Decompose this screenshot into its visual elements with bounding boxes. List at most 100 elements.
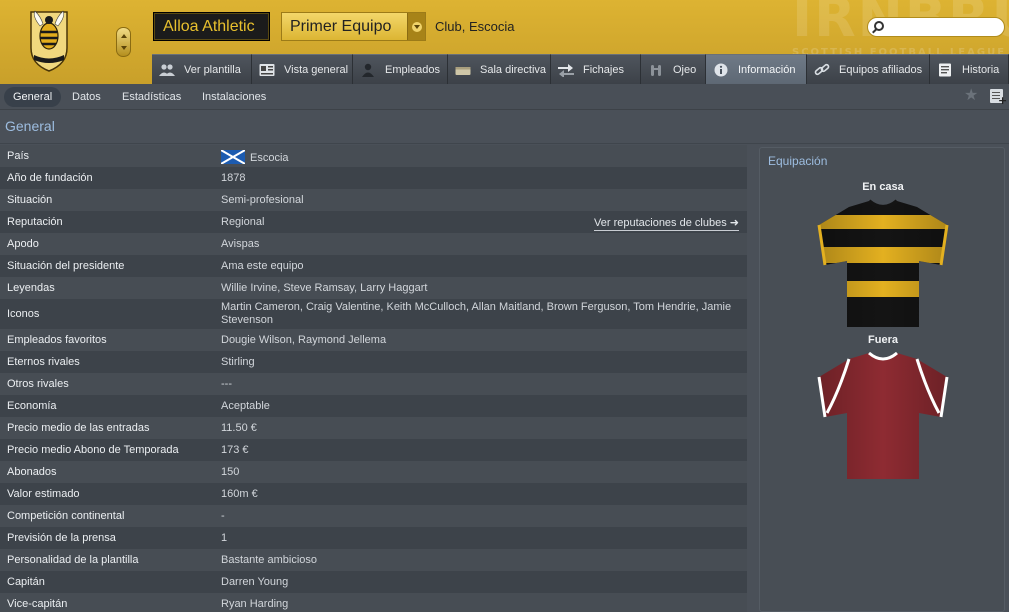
club-details-table: País Escocia Año de fundación 1878 Situa… <box>0 145 747 612</box>
detail-label: Valor estimado <box>7 488 80 500</box>
link-icon <box>814 63 830 75</box>
detail-value[interactable]: Stirling <box>221 356 255 368</box>
tab-label: Ver plantilla <box>184 63 241 76</box>
detail-value: Aceptable <box>221 400 270 412</box>
tab-historia[interactable]: Historia <box>930 54 1009 84</box>
detail-row-favourite-staff: Empleados favoritos Dougie Wilson, Raymo… <box>0 329 747 351</box>
detail-label: Abonados <box>7 466 57 478</box>
add-note-icon[interactable] <box>990 89 1007 107</box>
club-country-label: Club, Escocia <box>435 19 515 34</box>
tab-ver-plantilla[interactable]: Ver plantilla <box>152 54 252 84</box>
detail-label: Empleados favoritos <box>7 334 107 346</box>
club-crest-wasp-icon[interactable] <box>26 8 72 74</box>
detail-label: Eternos rivales <box>7 356 80 368</box>
subtab-instalaciones[interactable]: Instalaciones <box>202 87 266 107</box>
detail-label: Situación <box>7 194 53 206</box>
tab-label: Equipos afiliados <box>839 63 923 76</box>
detail-value[interactable]: Martin Cameron, Craig Valentine, Keith M… <box>221 301 736 327</box>
detail-value: Bastante ambicioso <box>221 554 317 566</box>
detail-row-other-rivals: Otros rivales --- <box>0 373 747 395</box>
page-title: General <box>5 118 55 134</box>
detail-row-season-ticket-price: Precio medio Abono de Temporada 173 € <box>0 439 747 461</box>
scouting-binoculars-icon <box>651 64 661 76</box>
club-reputations-link[interactable]: Ver reputaciones de clubes ➜ <box>594 216 739 231</box>
search-icon <box>874 21 884 31</box>
detail-label: Vice-capitán <box>7 598 68 610</box>
team-dropdown-arrow[interactable] <box>407 13 425 40</box>
detail-label: Competición continental <box>7 510 125 522</box>
detail-row-estimated-value: Valor estimado 160m € <box>0 483 747 505</box>
tab-empleados[interactable]: Empleados <box>353 54 448 84</box>
home-kit-shirt-icon <box>817 199 949 327</box>
subtab-estadisticas[interactable]: Estadísticas <box>122 87 181 107</box>
detail-row-reputation: Reputación Regional Ver reputaciones de … <box>0 211 747 233</box>
tab-fichajes[interactable]: Fichajes <box>551 54 641 84</box>
detail-label: Apodo <box>7 238 39 250</box>
tab-sala-directiva[interactable]: Sala directiva <box>448 54 551 84</box>
detail-value[interactable]: Willie Irvine, Steve Ramsay, Larry Hagga… <box>221 282 427 294</box>
detail-value: Semi-profesional <box>221 194 304 206</box>
tab-label: Vista general <box>284 63 349 76</box>
tab-label: Información <box>738 63 796 76</box>
detail-value: 160m € <box>221 488 258 500</box>
club-switch-stepper[interactable] <box>116 27 131 57</box>
subtab-datos[interactable]: Datos <box>72 87 101 107</box>
detail-value: - <box>221 510 225 522</box>
tab-label: Ojeo <box>673 63 697 76</box>
search-input[interactable] <box>867 17 1005 37</box>
detail-row-season-ticket-holders: Abonados 150 <box>0 461 747 483</box>
team-dropdown[interactable]: Primer Equipo <box>281 12 426 41</box>
star-icon[interactable]: ★ <box>964 88 978 104</box>
club-name-title[interactable]: Alloa Athletic <box>153 12 270 41</box>
detail-value[interactable]: Darren Young <box>221 576 288 588</box>
detail-row-country: País Escocia <box>0 145 747 167</box>
detail-row-squad-personality: Personalidad de la plantilla Bastante am… <box>0 549 747 571</box>
kit-panel: Equipación En casa Fuera <box>759 147 1005 612</box>
detail-value[interactable]: Escocia <box>221 150 289 164</box>
detail-row-media-prediction: Previsión de la prensa 1 <box>0 527 747 549</box>
detail-value[interactable]: Dougie Wilson, Raymond Jellema <box>221 334 386 346</box>
tab-equipos-afiliados[interactable]: Equipos afiliados <box>807 54 930 84</box>
transfers-arrows-icon <box>558 63 574 77</box>
detail-label: Leyendas <box>7 282 55 294</box>
chevron-down-icon[interactable] <box>121 46 127 50</box>
detail-value[interactable]: Ryan Harding <box>221 598 288 610</box>
detail-value: Avispas <box>221 238 260 250</box>
info-icon <box>714 63 728 76</box>
detail-row-finances: Economía Aceptable <box>0 395 747 417</box>
history-book-icon <box>939 63 951 76</box>
detail-row-founded: Año de fundación 1878 <box>0 167 747 189</box>
tab-label: Fichajes <box>583 63 624 76</box>
country-name: Escocia <box>250 152 289 164</box>
detail-label: Personalidad de la plantilla <box>7 554 139 566</box>
team-dropdown-value: Primer Equipo <box>290 18 392 35</box>
detail-label: Reputación <box>7 216 63 228</box>
boardroom-icon <box>455 66 471 75</box>
detail-label: País <box>7 150 30 162</box>
scotland-flag-icon <box>221 150 245 164</box>
detail-label: Precio medio de las entradas <box>7 422 150 434</box>
tab-label: Historia <box>962 63 1000 76</box>
staff-person-icon <box>362 63 374 77</box>
away-kit-shirt-icon <box>817 351 949 479</box>
tab-informacion[interactable]: Información <box>706 54 807 84</box>
detail-value: 1878 <box>221 172 246 184</box>
subtab-general[interactable]: General <box>4 87 62 107</box>
arrow-right-icon: ➜ <box>729 217 739 229</box>
detail-row-status: Situación Semi-profesional <box>0 189 747 211</box>
detail-value: 150 <box>221 466 240 478</box>
detail-row-main-rivals: Eternos rivales Stirling <box>0 351 747 373</box>
detail-label: Previsión de la prensa <box>7 532 116 544</box>
kit-panel-title: Equipación <box>768 154 828 168</box>
tab-ojeo[interactable]: Ojeo <box>641 54 706 84</box>
detail-row-nickname: Apodo Avispas <box>0 233 747 255</box>
detail-label: Año de fundación <box>7 172 93 184</box>
detail-row-captain: Capitán Darren Young <box>0 571 747 593</box>
detail-label: Otros rivales <box>7 378 69 390</box>
squad-icon <box>159 63 175 76</box>
tab-vista-general[interactable]: Vista general <box>252 54 353 84</box>
detail-value: 1 <box>221 532 228 544</box>
detail-row-continental-competition: Competición continental - <box>0 505 747 527</box>
detail-label: Situación del presidente <box>7 260 125 272</box>
chevron-up-icon[interactable] <box>121 34 127 38</box>
